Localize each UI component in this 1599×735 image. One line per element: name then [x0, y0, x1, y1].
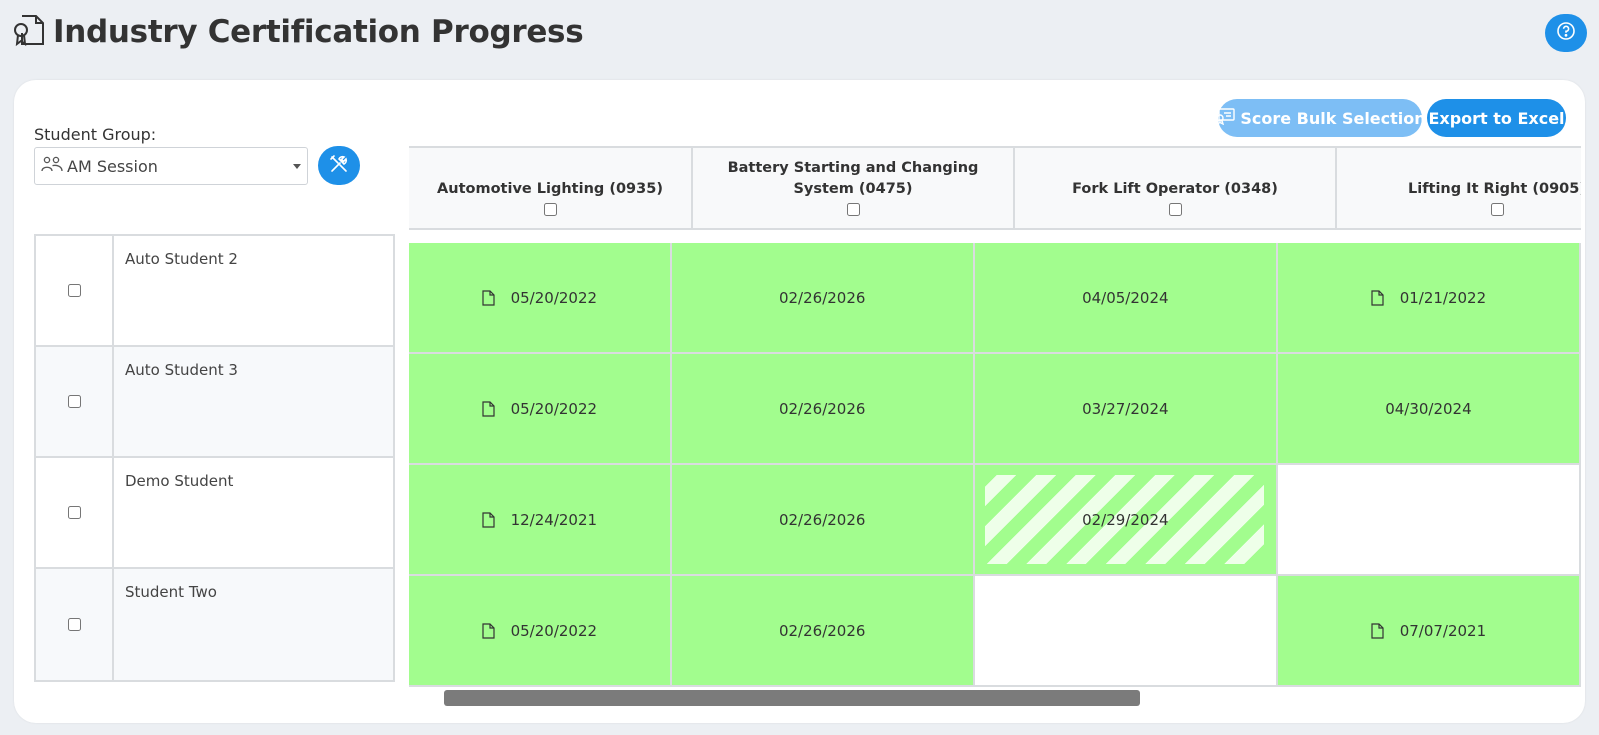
certification-cell[interactable]: 05/20/2022 [409, 354, 672, 465]
certification-cell[interactable] [1277, 465, 1581, 576]
column-header: Battery Starting and Changing System (04… [693, 148, 1015, 228]
student-group-label: Student Group: [34, 125, 157, 144]
column-select-checkbox[interactable] [846, 203, 860, 216]
column-header: Fork Lift Operator (0348) [1015, 148, 1337, 228]
student-name: Auto Student 2 [125, 250, 238, 268]
document-icon[interactable] [481, 622, 511, 639]
group-tools-button[interactable] [318, 146, 360, 185]
certification-date: 02/29/2024 [1082, 510, 1169, 529]
certification-cell[interactable]: 02/26/2026 [671, 243, 975, 354]
column-select-checkbox[interactable] [1490, 203, 1504, 216]
certification-date: 12/24/2021 [510, 510, 598, 529]
student-checkbox[interactable] [67, 506, 81, 519]
certificate-score-icon [1214, 107, 1240, 129]
people-icon [41, 155, 67, 177]
student-checkbox[interactable] [67, 284, 81, 297]
help-icon [1556, 21, 1576, 45]
column-select-checkbox[interactable] [543, 203, 557, 216]
chevron-down-icon [293, 164, 301, 169]
document-icon[interactable] [481, 289, 511, 306]
certification-date: 07/07/2021 [1399, 621, 1487, 640]
student-name: Auto Student 3 [125, 361, 238, 379]
certification-date: 02/26/2026 [778, 399, 866, 418]
certification-cell[interactable]: 02/29/2024 [974, 465, 1278, 576]
student-row: Auto Student 2 [36, 236, 393, 347]
certification-date: 02/26/2026 [778, 288, 866, 307]
certification-date: 05/20/2022 [510, 621, 598, 640]
score-bulk-selection-button[interactable]: Score Bulk Selection [1216, 99, 1426, 137]
student-group-select[interactable]: AM Session [34, 147, 308, 185]
certification-cell[interactable]: 12/24/2021 [409, 465, 672, 576]
document-icon[interactable] [1371, 622, 1400, 639]
certification-date: 05/20/2022 [510, 288, 598, 307]
student-group-value: AM Session [67, 156, 158, 176]
grid-header: Automotive Lighting (0935) Battery Start… [409, 146, 1581, 230]
certification-cell[interactable]: 03/27/2024 [974, 354, 1278, 465]
grid-row: 05/20/2022 02/26/2026 04/05/2024 01/21/2022 [409, 243, 1581, 354]
certification-cell[interactable]: 04/30/2024 [1277, 354, 1581, 465]
student-row: Student Two [36, 569, 393, 680]
document-icon[interactable] [1371, 289, 1400, 306]
page-header: Industry Certification Progress [12, 12, 584, 52]
grid-row: 12/24/2021 02/26/2026 02/29/2024 [409, 465, 1581, 576]
certification-cell[interactable]: 05/20/2022 [409, 243, 672, 354]
certification-cell[interactable]: 02/26/2026 [671, 576, 975, 687]
column-header-label: Battery Starting and Changing System (04… [727, 160, 979, 197]
scrollbar-thumb[interactable] [444, 690, 1140, 706]
document-icon[interactable] [481, 400, 511, 417]
tools-icon [329, 154, 349, 178]
document-icon[interactable] [481, 511, 511, 528]
certification-cell[interactable]: 01/21/2022 [1277, 243, 1581, 354]
student-name: Student Two [125, 583, 217, 601]
student-row: Auto Student 3 [36, 347, 393, 458]
column-header-label: Automotive Lighting (0935) [437, 181, 663, 197]
student-row: Demo Student [36, 458, 393, 569]
column-header: Automotive Lighting (0935) [409, 148, 693, 228]
certification-date: 01/21/2022 [1399, 288, 1487, 307]
column-header-label: Fork Lift Operator (0348) [1072, 181, 1278, 197]
grid-row: 05/20/2022 02/26/2026 07/07/2021 [409, 576, 1581, 687]
certification-date: 04/05/2024 [1082, 288, 1169, 307]
grid-body: 05/20/2022 02/26/2026 04/05/2024 01/21/2022… [409, 243, 1581, 687]
help-button[interactable] [1545, 14, 1587, 52]
grid-row: 05/20/2022 02/26/2026 03/27/2024 04/30/2024 [409, 354, 1581, 465]
certification-date: 05/20/2022 [510, 399, 598, 418]
column-header-label: Lifting It Right (0905) [1408, 181, 1581, 197]
column-header: Lifting It Right (0905) [1337, 148, 1581, 228]
certification-cell[interactable]: 02/26/2026 [671, 354, 975, 465]
certification-date: 04/30/2024 [1385, 399, 1472, 418]
certification-cell[interactable]: 07/07/2021 [1277, 576, 1581, 687]
student-checkbox[interactable] [67, 395, 81, 408]
certification-grid: Automotive Lighting (0935) Battery Start… [409, 146, 1581, 702]
certification-cell[interactable] [974, 576, 1278, 687]
column-select-checkbox[interactable] [1168, 203, 1182, 216]
certificate-icon [12, 13, 53, 51]
certification-cell[interactable]: 05/20/2022 [409, 576, 672, 687]
certification-date: 03/27/2024 [1082, 399, 1169, 418]
page-title: Industry Certification Progress [53, 14, 584, 50]
score-bulk-selection-label: Score Bulk Selection [1240, 108, 1426, 128]
certification-date: 02/26/2026 [778, 510, 866, 529]
certification-date: 02/26/2026 [778, 621, 866, 640]
student-name: Demo Student [125, 472, 234, 490]
export-to-excel-button[interactable]: Export to Excel [1427, 99, 1566, 137]
student-list: Auto Student 2 Auto Student 3 Demo Stude… [34, 234, 395, 682]
student-checkbox[interactable] [67, 618, 81, 631]
certification-cell[interactable]: 02/26/2026 [671, 465, 975, 576]
certification-cell[interactable]: 04/05/2024 [974, 243, 1278, 354]
